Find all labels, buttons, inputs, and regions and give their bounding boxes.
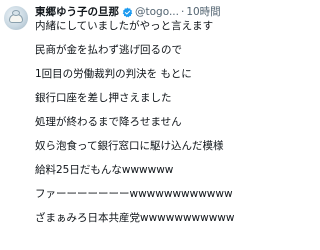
avatar[interactable] — [4, 6, 28, 30]
tweet-line: 民商が金を払わず逃げ回るので — [35, 44, 182, 56]
tweet-header: 東郷ゆう子の旦那 @togo... · 10時間 — [35, 4, 239, 20]
tweet-line: ファーーーーーーーwwwwwwwwwwww — [35, 188, 233, 200]
tweet-line: 内緒にしていましたがやっと言えます — [35, 20, 214, 32]
tweet-line: 銀行口座を差し押さえました — [35, 92, 172, 104]
verified-badge-icon — [122, 7, 133, 17]
timestamp[interactable]: 10時間 — [186, 4, 220, 20]
tweet-line: 奴ら泡食って銀行窓口に駆け込んだ模様 — [35, 140, 224, 152]
handle[interactable]: @togo... — [135, 4, 179, 20]
tweet[interactable]: 東郷ゆう子の旦那 @togo... · 10時間 内緒にしていましたがやっと言え… — [0, 0, 241, 250]
tweet-line: ざまぁみろ日本共産党wwwwwwwwwww — [35, 212, 235, 224]
tweet-line: 1回目の労働裁判の判決を もとに — [35, 68, 192, 80]
tweet-line: 給料25日だもんなwwwwww — [35, 164, 174, 176]
display-name[interactable]: 東郷ゆう子の旦那 — [35, 4, 119, 20]
separator-dot: · — [180, 6, 185, 18]
tweet-line: 処理が終わるまで降ろせません — [35, 116, 182, 128]
